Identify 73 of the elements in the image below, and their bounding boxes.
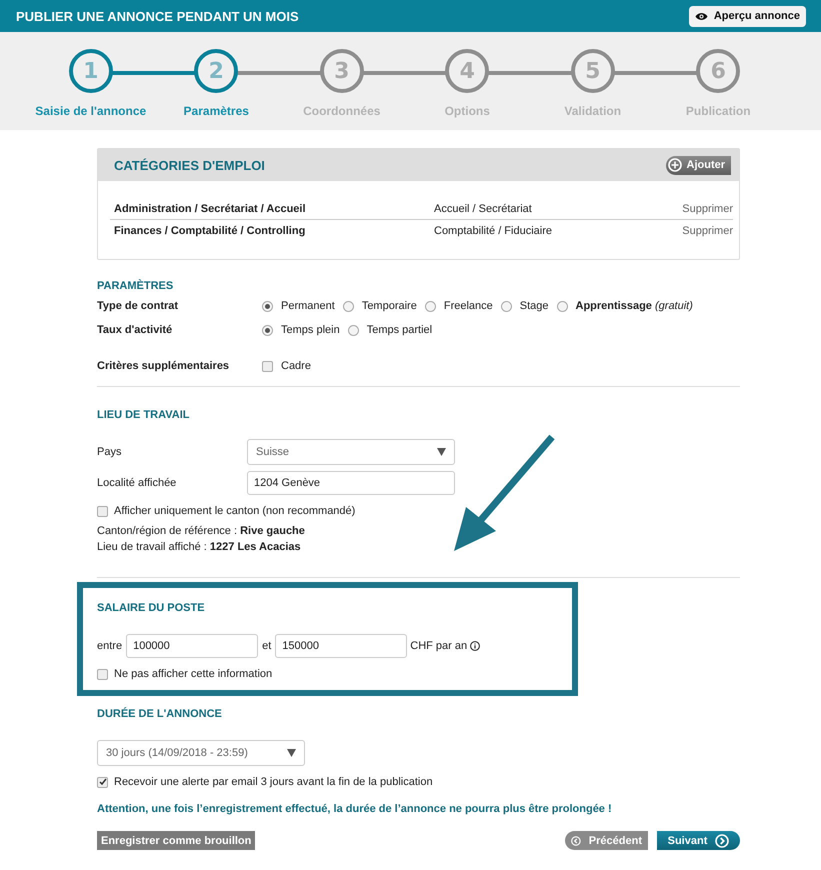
save-draft-button[interactable]: Enregistrer comme brouillon — [97, 831, 256, 850]
step-label: Coordonnées — [303, 104, 380, 118]
radio-option[interactable]: Permanent — [262, 300, 335, 312]
field-label: et — [262, 640, 272, 652]
step-label: Options — [444, 104, 490, 118]
section-title: SALAIRE DU POSTE — [97, 602, 206, 614]
checkbox[interactable] — [262, 360, 273, 372]
radio-button[interactable] — [424, 300, 436, 312]
radio-button[interactable] — [262, 324, 273, 336]
step-label: Validation — [564, 104, 622, 118]
checkbox[interactable] — [97, 506, 108, 516]
radio-button[interactable] — [500, 300, 512, 312]
field-label: Taux d'activité — [97, 324, 174, 336]
warning-text: Attention, une fois l’enregistrement effectué, la durée de l’annonce ne pourra plus être prolongée ! — [97, 803, 613, 815]
radio-option[interactable]: Temps plein — [262, 324, 340, 336]
country-select[interactable]: Suisse — [247, 439, 455, 465]
radio-option[interactable]: Temporaire — [342, 300, 417, 312]
radio-option[interactable]: Freelance — [424, 300, 493, 312]
unit-label: CHF par an — [410, 640, 468, 652]
radio-button[interactable] — [348, 324, 359, 336]
radio-option[interactable]: Stage — [500, 300, 549, 312]
next-button[interactable]: Suivant — [657, 831, 740, 850]
radio-option[interactable]: Temps partiel — [348, 324, 432, 336]
field-label: Pays — [97, 446, 122, 458]
section-title: DURÉE DE L'ANNONCE — [97, 708, 223, 720]
section-title: PARAMÈTRES — [97, 280, 174, 292]
info-text: Canton/région de référence : Rive gauche — [97, 524, 306, 539]
checkbox-option[interactable]: Recevoir une alerte par email 3 jours avant la fin de la publication — [97, 776, 740, 788]
section-title: CATÉGORIES D'EMPLOI — [114, 158, 265, 172]
step-label: Publication — [686, 104, 751, 118]
step-circle: 4 — [445, 49, 490, 93]
category-name: Finances / Comptabilité / Controlling — [114, 225, 306, 237]
step-label: Saisie de l'annonce — [35, 104, 146, 118]
caret-icon — [437, 448, 446, 456]
subcategory-name: Accueil / Secrétariat — [434, 203, 533, 215]
radio-button[interactable] — [556, 300, 568, 312]
step-circle: 2 — [194, 49, 238, 93]
caret-icon — [287, 749, 296, 757]
salary-min-field[interactable]: 100000 — [126, 634, 258, 658]
chevron-right-icon — [715, 834, 730, 848]
checkbox-option[interactable]: Cadre — [262, 360, 311, 372]
add-button[interactable]: Ajouter — [666, 156, 731, 174]
step-circle: 5 — [570, 49, 615, 93]
radio-button[interactable] — [262, 300, 273, 312]
section-title: LIEU DE TRAVAIL — [97, 409, 190, 421]
checkbox[interactable] — [97, 776, 108, 788]
preview-button[interactable]: Aperçu annonce — [688, 6, 806, 26]
step-circle: 1 — [68, 49, 113, 93]
field-label: Type de contrat — [97, 300, 180, 312]
radio-button[interactable] — [342, 300, 354, 312]
checkbox[interactable] — [97, 668, 108, 680]
field-label: entre — [97, 640, 122, 652]
chevron-left-icon — [571, 834, 581, 848]
plus-icon — [668, 158, 682, 172]
field-label: Critères supplémentaires — [97, 360, 230, 372]
step-circle: 6 — [696, 49, 740, 93]
eye-icon — [694, 12, 708, 20]
step-label: Paramètres — [184, 104, 249, 118]
duration-select[interactable]: 30 jours (14/09/2018 - 23:59) — [97, 740, 305, 766]
checkbox-option[interactable]: Afficher uniquement le canton (non recommandé) — [97, 505, 740, 517]
locality-field[interactable]: 1204 Genève — [247, 471, 455, 495]
checkbox-option[interactable]: Ne pas afficher cette information — [97, 668, 558, 680]
page-title: PUBLIER UNE ANNONCE PENDANT UN MOIS — [16, 8, 299, 24]
field-label: Localité affichée — [97, 477, 178, 489]
step-circle: 3 — [320, 49, 364, 93]
radio-option[interactable]: Apprentissage (gratuit) — [556, 300, 693, 312]
subcategory-name: Comptabilité / Fiduciaire — [434, 225, 553, 237]
category-name: Administration / Secrétariat / Accueil — [114, 203, 307, 215]
info-text: Lieu de travail affiché : 1227 Les Acacias — [97, 540, 302, 555]
salary-max-field[interactable]: 150000 — [275, 634, 408, 658]
delete-link[interactable]: Supprimer — [682, 225, 733, 237]
delete-link[interactable]: Supprimer — [682, 203, 733, 215]
info-icon[interactable] — [470, 641, 480, 651]
